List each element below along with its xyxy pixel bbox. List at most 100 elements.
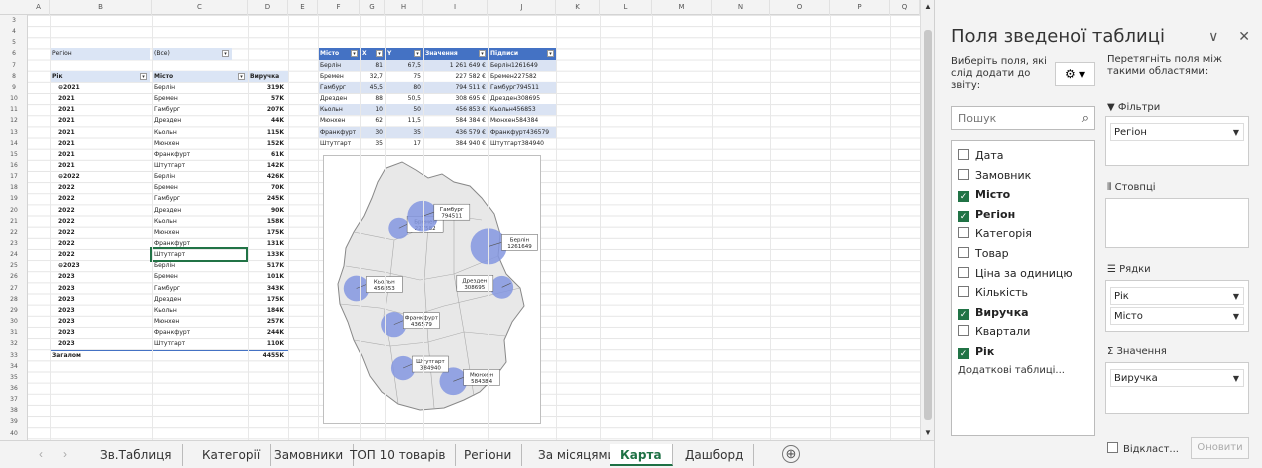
column-header[interactable]: J [488, 0, 556, 15]
table-cell-y[interactable]: 75 [385, 71, 423, 82]
table-cell-city[interactable]: Штутгарт [318, 138, 360, 149]
pivot-row-city[interactable]: Кьольн [152, 305, 246, 316]
pivot-row-year[interactable]: 2023 [56, 283, 146, 294]
dropdown-icon[interactable]: ▾ [376, 50, 383, 58]
dropdown-icon[interactable]: ▾ [238, 72, 245, 80]
column-header[interactable]: M [652, 0, 712, 15]
pivot-row-value[interactable]: 90K [248, 205, 286, 216]
pivot-row-city[interactable]: Дрезден [152, 115, 246, 126]
pivot-row-value[interactable]: 115K [248, 127, 286, 138]
pivot-row-value[interactable]: 61K [248, 149, 286, 160]
row-header[interactable]: 9 [0, 82, 28, 93]
pivot-row-value[interactable]: 517K [248, 260, 286, 271]
field-item[interactable]: ✓ Регіон [958, 208, 1015, 226]
pivot-row-city[interactable]: Бремен [152, 93, 246, 104]
pivot-row-year[interactable]: 2022 [56, 238, 146, 249]
pivot-row-value[interactable]: 184K [248, 305, 286, 316]
pivot-row-year[interactable]: 2023 [56, 271, 146, 282]
scroll-down-icon[interactable]: ▼ [921, 426, 935, 440]
pivot-row-value[interactable]: 133K [248, 249, 286, 260]
pivot-row-value[interactable]: 110K [248, 338, 286, 349]
row-header[interactable]: 22 [0, 227, 28, 238]
pivot-row-year[interactable]: 2022 [56, 249, 146, 260]
pivot-row-city[interactable]: Франкфурт [152, 149, 246, 160]
field-checkbox[interactable] [958, 247, 969, 258]
update-button[interactable]: Оновити [1191, 437, 1249, 459]
dropdown-icon[interactable]: ▼ [1233, 370, 1239, 388]
worksheet[interactable]: ABCDEFGHIJKLMNOPQ 3 4 5 6 7 8 9 10 11 12 13 14 15 16 1… [0, 0, 920, 440]
table-cell-city[interactable]: Кьольн [318, 104, 360, 116]
table-cell-y[interactable]: 67,5 [385, 59, 423, 71]
row-header[interactable]: 16 [0, 160, 28, 171]
row-header[interactable]: 28 [0, 294, 28, 305]
table-cell-x[interactable]: 10 [360, 104, 385, 116]
dropdown-icon[interactable]: ▼ [1233, 288, 1239, 306]
table-cell-y[interactable]: 17 [385, 138, 423, 149]
column-header[interactable]: H [385, 0, 423, 15]
field-search[interactable]: ⌕ [951, 106, 1095, 130]
table-cell-value[interactable]: 456 853 € [423, 104, 488, 116]
pivot-row-city[interactable]: Франкфурт [152, 327, 246, 338]
column-header[interactable]: K [556, 0, 600, 15]
pivot-row-city[interactable]: Бремен [152, 182, 246, 193]
pivot-row-year[interactable]: 2023 [56, 316, 146, 327]
table-cell-label[interactable]: Бремен227582 [488, 71, 556, 82]
pivot-row-value[interactable]: 257K [248, 316, 286, 327]
row-header[interactable]: 12 [0, 115, 28, 126]
table-cell-value[interactable]: 227 582 € [423, 71, 488, 82]
field-checkbox[interactable] [958, 168, 969, 180]
values-area[interactable]: Виручка ▼ [1105, 362, 1249, 414]
row-header[interactable]: 31 [0, 327, 28, 338]
pivot-row-year[interactable]: 2022 [56, 216, 146, 227]
field-item[interactable]: Товар [958, 247, 1009, 265]
pivot-row-value[interactable]: 175K [248, 227, 286, 238]
sheet-tab[interactable]: ТОП 10 товарів [340, 444, 457, 466]
column-header[interactable]: F [318, 0, 360, 15]
row-header[interactable]: 8 [0, 71, 28, 82]
defer-update-checkbox[interactable]: Відкласт... [1107, 442, 1179, 455]
pivot-row-value[interactable]: 131K [248, 238, 286, 249]
row-header[interactable]: 26 [0, 271, 28, 282]
table-cell-x[interactable]: 32,7 [360, 71, 385, 82]
table-header-y[interactable]: Y ▾ [385, 48, 423, 60]
add-sheet-icon[interactable]: ⊕ [782, 445, 800, 463]
table-cell-y[interactable]: 50,5 [385, 93, 423, 104]
sheet-tab[interactable]: Категорії [192, 444, 272, 466]
pivot-row-year[interactable]: 2021 [56, 115, 146, 126]
field-checkbox[interactable] [958, 286, 969, 298]
pivot-row-value[interactable]: 57K [248, 93, 286, 104]
pivot-row-value[interactable]: 245K [248, 193, 286, 204]
column-header[interactable]: I [423, 0, 488, 15]
row-header[interactable]: 13 [0, 127, 28, 138]
row-header[interactable]: 4 [0, 26, 28, 37]
row-header[interactable]: 18 [0, 182, 28, 193]
table-cell-city[interactable]: Франкфурт [318, 126, 360, 138]
column-header[interactable]: C [152, 0, 248, 15]
row-header[interactable]: 5 [0, 37, 28, 48]
row-header[interactable]: 27 [0, 283, 28, 294]
field-checkbox[interactable] [958, 149, 969, 160]
row-header[interactable]: 17 [0, 171, 28, 182]
pivot-row-value[interactable]: 319K [248, 82, 286, 93]
pivot-row-year[interactable]: 2021 [56, 93, 146, 104]
pivot-filter-label[interactable]: Регіон [50, 48, 150, 60]
defer-checkbox-icon[interactable] [1107, 442, 1118, 453]
row-header[interactable]: 35 [0, 372, 28, 383]
table-cell-city[interactable]: Гамбург [318, 81, 360, 94]
search-input[interactable] [952, 107, 1070, 129]
field-checkbox[interactable] [958, 227, 969, 239]
row-header[interactable]: 38 [0, 405, 28, 416]
sheet-tab[interactable]: Регіони [454, 444, 523, 466]
pivot-row-value[interactable]: 142K [248, 160, 286, 171]
column-header[interactable]: P [830, 0, 890, 15]
pivot-row-city[interactable]: Мюнхен [152, 227, 246, 238]
column-header[interactable]: B [50, 0, 152, 15]
table-cell-value[interactable]: 436 579 € [423, 126, 488, 138]
table-cell-x[interactable]: 88 [360, 93, 385, 104]
table-cell-x[interactable]: 62 [360, 115, 385, 126]
field-item[interactable]: ✓ Рік [958, 345, 994, 363]
pivot-row-city[interactable]: Штутгарт [150, 247, 248, 263]
pivot-row-year[interactable]: 2021 [56, 127, 146, 138]
pivot-row-value[interactable]: 158K [248, 216, 286, 227]
pivot-row-city[interactable]: Дрезден [152, 294, 246, 305]
